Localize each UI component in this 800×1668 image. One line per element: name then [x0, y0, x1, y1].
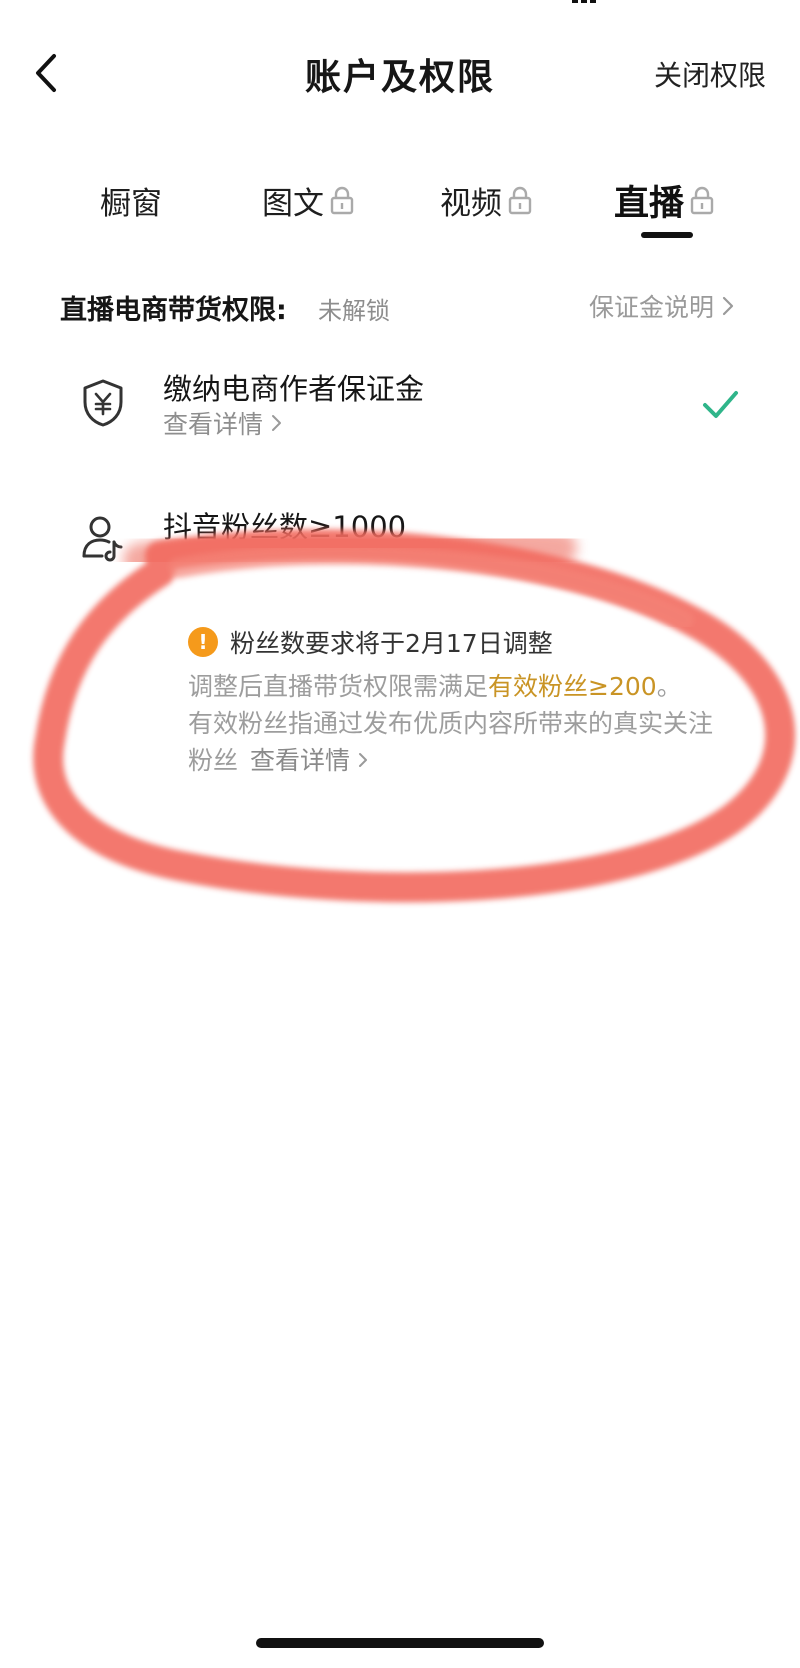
close-permission-button[interactable]: 关闭权限 [654, 54, 766, 94]
requirement-deposit-details-link[interactable]: 查看详情 [163, 405, 283, 441]
notice-details-link[interactable]: 查看详情 [250, 746, 368, 775]
deposit-info-link[interactable]: 保证金说明 [589, 288, 734, 324]
notice-highlight: 有效粉丝≥200 [488, 672, 657, 701]
notice-title: 粉丝数要求将于2月17日调整 [230, 629, 553, 658]
notice-line1-prefix: 调整后直播带货权限需满足 [188, 672, 489, 701]
notice-body: 调整后直播带货权限需满足有效粉丝≥200。 有效粉丝指通过发布优质内容所带来的真… [188, 668, 728, 779]
checkmark-icon [703, 391, 738, 418]
tab-image-text[interactable]: 图文 [262, 172, 356, 228]
chevron-right-icon [272, 415, 282, 431]
details-label: 查看详情 [163, 410, 264, 439]
red-circle-annotation [33, 523, 796, 903]
deposit-info-label: 保证金说明 [588, 293, 714, 322]
chevron-right-icon [358, 753, 367, 767]
lock-icon [508, 186, 532, 215]
chevron-right-icon [722, 296, 734, 316]
requirement-fans-title: 抖音粉丝数≥1000 [163, 510, 407, 544]
shield-yen-icon [80, 378, 126, 428]
tab-label: 直播 [614, 183, 685, 224]
user-douyin-icon [80, 514, 126, 564]
lock-icon [330, 186, 354, 215]
notice-line1-suffix: 。 [656, 672, 682, 701]
tab-label: 橱窗 [100, 185, 162, 222]
lock-icon [690, 186, 714, 215]
signal-icon [572, 0, 608, 3]
tab-bar: 橱窗 图文 视频 直播 [0, 172, 800, 242]
tab-label: 视频 [440, 185, 502, 222]
tab-video[interactable]: 视频 [440, 172, 534, 228]
home-indicator [256, 1638, 544, 1648]
tab-label: 图文 [262, 185, 324, 222]
requirement-deposit-title: 缴纳电商作者保证金 [163, 372, 425, 406]
active-tab-indicator [641, 232, 693, 238]
notice-header: ! 粉丝数要求将于2月17日调整 [188, 624, 553, 660]
warning-icon: ! [188, 627, 218, 657]
status-time [100, 0, 190, 4]
permission-status: 未解锁 [318, 297, 390, 325]
tab-showcase[interactable]: 橱窗 [100, 172, 162, 228]
details-label: 查看详情 [250, 746, 351, 775]
tab-live[interactable]: 直播 [614, 172, 716, 228]
permission-section-title: 直播电商带货权限: [60, 295, 287, 326]
